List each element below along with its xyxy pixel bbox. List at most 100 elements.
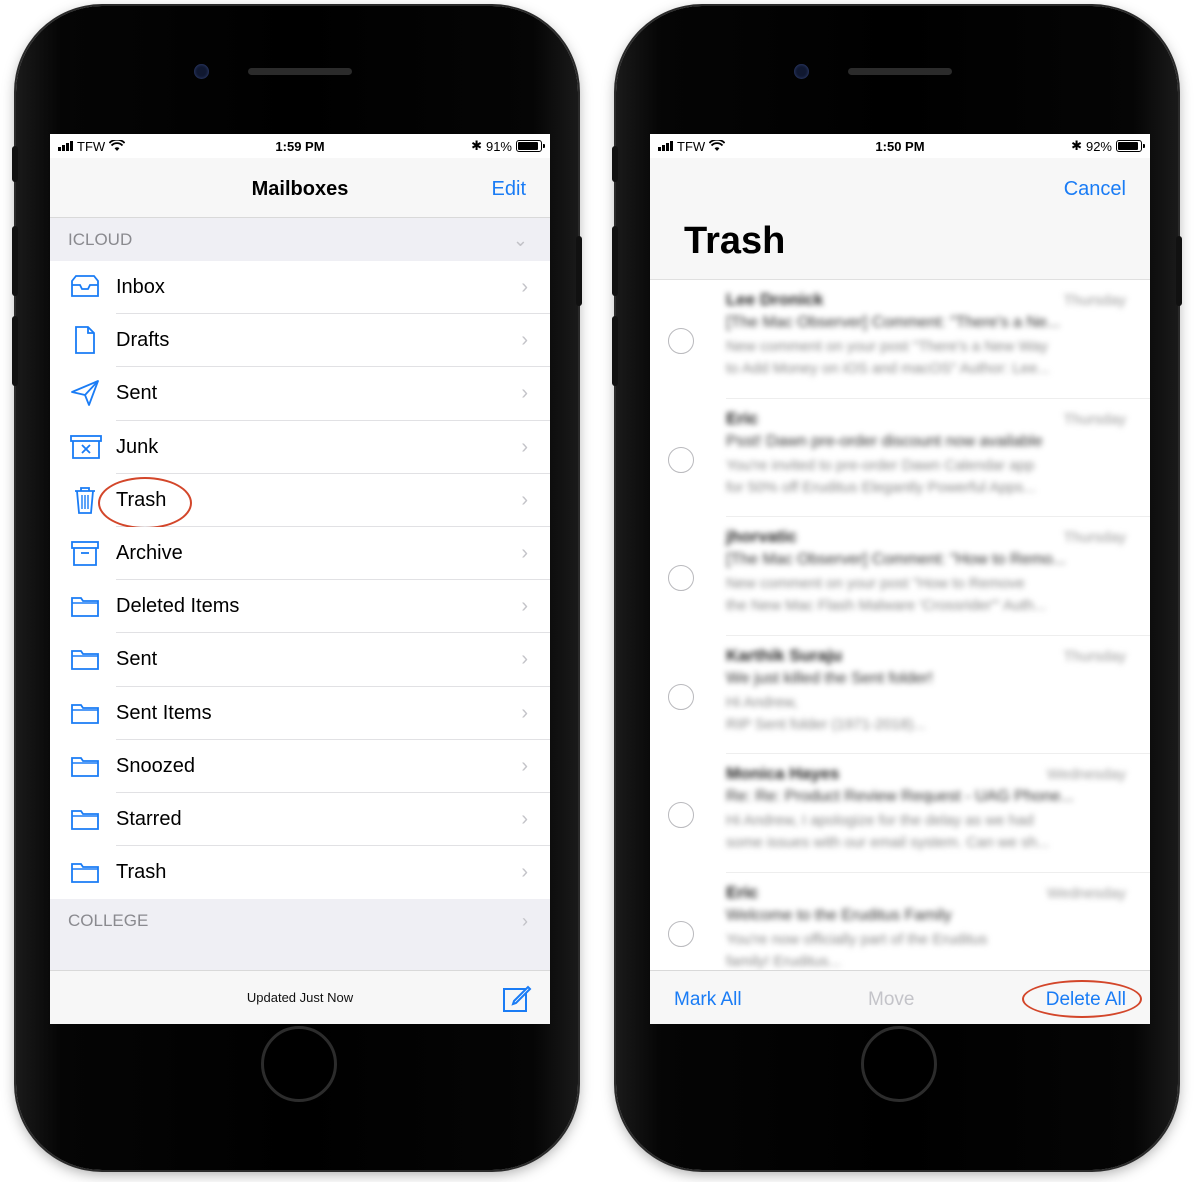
chevron-right-icon: › xyxy=(521,382,528,405)
mailbox-label: Trash xyxy=(116,861,167,884)
volume-up-button xyxy=(612,226,618,296)
mailbox-row[interactable]: Drafts › xyxy=(50,314,550,368)
home-button[interactable] xyxy=(861,1026,937,1102)
wifi-icon xyxy=(709,140,726,151)
select-radio[interactable] xyxy=(668,920,694,947)
mailbox-row[interactable]: Snoozed › xyxy=(50,739,550,793)
mailbox-row[interactable]: Sent › xyxy=(50,633,550,687)
message-preview: New comment on your post "There's a New … xyxy=(726,338,1048,355)
update-status: Updated Just Now xyxy=(246,990,354,1005)
message-date: Thursday xyxy=(1063,292,1126,309)
chevron-right-icon: › xyxy=(521,648,528,671)
trash-screen: TFW 1:50 PM ✱ 92% Cancel Trash Lee Droni… xyxy=(650,134,1150,1024)
signal-icon xyxy=(658,141,673,151)
mailbox-row[interactable]: Junk › xyxy=(50,420,550,474)
volume-down-button xyxy=(612,316,618,386)
compose-icon[interactable] xyxy=(502,983,532,1013)
message-subject: Welcome to the Eruditus Family xyxy=(726,906,952,924)
message-row[interactable]: Eric Wednesday Welcome to the Eruditus Fam… xyxy=(650,873,1150,971)
chevron-right-icon: › xyxy=(521,861,528,884)
mailbox-list: Inbox › Drafts › Sent › Junk › Trash › Archive › Del… xyxy=(50,261,550,900)
mailbox-row[interactable]: Deleted Items › xyxy=(50,580,550,634)
front-camera xyxy=(194,64,209,79)
mailbox-label: Snoozed xyxy=(116,754,195,777)
message-subject: We just killed the Sent folder! xyxy=(726,669,933,687)
bluetooth-icon: ✱ xyxy=(471,138,482,153)
mailbox-label: Junk xyxy=(116,435,159,458)
message-subject: Psst! Dawn pre-order discount now availa… xyxy=(726,432,1043,450)
volume-down-button xyxy=(12,316,18,386)
chevron-right-icon: › xyxy=(521,701,528,724)
message-body: Lee Dronick Thursday [The Mac Observer] Co… xyxy=(726,290,1126,382)
select-radio[interactable] xyxy=(668,683,694,710)
section-label: COLLEGE xyxy=(68,911,149,930)
move-button[interactable]: Move xyxy=(868,989,914,1011)
select-radio[interactable] xyxy=(668,565,694,591)
mailbox-label: Starred xyxy=(116,807,182,830)
section-header-icloud[interactable]: ICLOUD ⌄ xyxy=(50,218,550,262)
chevron-down-icon[interactable]: ⌄ xyxy=(513,230,528,251)
bottom-toolbar: Updated Just Now xyxy=(50,970,550,1024)
message-preview: Hi Andrew, xyxy=(726,693,798,711)
message-subject: [The Mac Observer] Comment: "How to Remo… xyxy=(726,551,1066,568)
message-subject: Re: Re: Product Review Request - UAG Pho… xyxy=(726,788,1074,805)
signal-icon xyxy=(58,141,73,151)
trash-icon xyxy=(70,486,100,514)
message-preview: family! Eruditus... xyxy=(726,952,842,970)
chevron-right-icon: › xyxy=(521,276,528,299)
message-row[interactable]: Eric Thursday Psst! Dawn pre-order discoun… xyxy=(650,399,1150,517)
battery-percent: 91% xyxy=(485,138,512,154)
message-row[interactable]: Karthik Suraju Thursday We just killed the… xyxy=(650,636,1150,754)
mailbox-row[interactable]: Inbox › xyxy=(50,261,550,315)
message-date: Thursday xyxy=(1063,529,1126,546)
annotation-circle xyxy=(98,476,192,529)
chevron-right-icon[interactable]: › xyxy=(522,911,528,932)
battery-icon xyxy=(516,140,545,152)
message-date: Thursday xyxy=(1063,410,1126,428)
mailbox-row[interactable]: Archive › xyxy=(50,526,550,581)
select-radio[interactable] xyxy=(668,328,694,354)
message-body: Monica Hayes Wednesday Re: Re: Product Rev… xyxy=(726,764,1126,856)
mailbox-row[interactable]: Starred › xyxy=(50,792,550,847)
select-radio[interactable] xyxy=(668,446,694,473)
cancel-button[interactable]: Cancel xyxy=(1064,178,1126,201)
mark-all-button[interactable]: Mark All xyxy=(674,989,742,1011)
iphone-left: TFW 1:59 PM ✱ 91% Mailboxes Edit ICLOUD … xyxy=(12,6,582,1170)
mailbox-label: Drafts xyxy=(116,329,170,352)
mailbox-row[interactable]: Sent › xyxy=(50,367,550,421)
junk-icon xyxy=(70,433,102,461)
message-preview: to Add Money on iOS and macOS" Author: L… xyxy=(726,360,1050,377)
earpiece-speaker xyxy=(848,68,952,75)
select-radio[interactable] xyxy=(668,802,694,828)
front-camera xyxy=(794,64,809,79)
home-button[interactable] xyxy=(261,1026,337,1102)
message-preview: You're invited to pre-order Dawn Calenda… xyxy=(726,456,1035,474)
battery-percent: 92% xyxy=(1085,138,1112,154)
message-row[interactable]: Lee Dronick Thursday [The Mac Observer] Co… xyxy=(650,280,1150,399)
mailbox-row[interactable]: Trash › xyxy=(50,846,550,900)
battery-icon xyxy=(1116,140,1145,152)
mailbox-row[interactable]: Sent Items › xyxy=(50,686,550,740)
message-preview: You're now officially part of the Erudit… xyxy=(726,930,988,948)
mailbox-label: Archive xyxy=(116,542,183,565)
message-preview: RIP Sent folder (1971-2018)... xyxy=(726,715,926,733)
mailbox-row[interactable]: Trash › xyxy=(50,473,550,529)
message-subject: [The Mac Observer] Comment: "There's a N… xyxy=(726,314,1061,331)
volume-up-button xyxy=(12,226,18,296)
message-preview: New comment on your post "How to Remove xyxy=(726,575,1025,592)
message-row[interactable]: Monica Hayes Wednesday Re: Re: Product Rev… xyxy=(650,754,1150,873)
clock: 1:50 PM xyxy=(875,138,925,154)
section-header-college[interactable]: COLLEGE › xyxy=(50,899,550,943)
archive-icon xyxy=(70,539,100,567)
mute-switch xyxy=(612,146,618,182)
message-body: Eric Thursday Psst! Dawn pre-order discoun… xyxy=(726,409,1126,501)
carrier-label: TFW xyxy=(677,138,706,154)
message-body: Eric Wednesday Welcome to the Eruditus Fam… xyxy=(726,883,1126,971)
message-row[interactable]: jhorvatic Thursday [The Mac Observer] Comm… xyxy=(650,517,1150,636)
folder-icon xyxy=(70,858,100,886)
edit-button[interactable]: Edit xyxy=(492,178,526,201)
message-preview: some issues with our email system. Can w… xyxy=(726,834,1050,851)
mailbox-label: Sent xyxy=(116,648,158,671)
bluetooth-icon: ✱ xyxy=(1071,138,1082,153)
mailbox-label: Deleted Items xyxy=(116,595,240,618)
